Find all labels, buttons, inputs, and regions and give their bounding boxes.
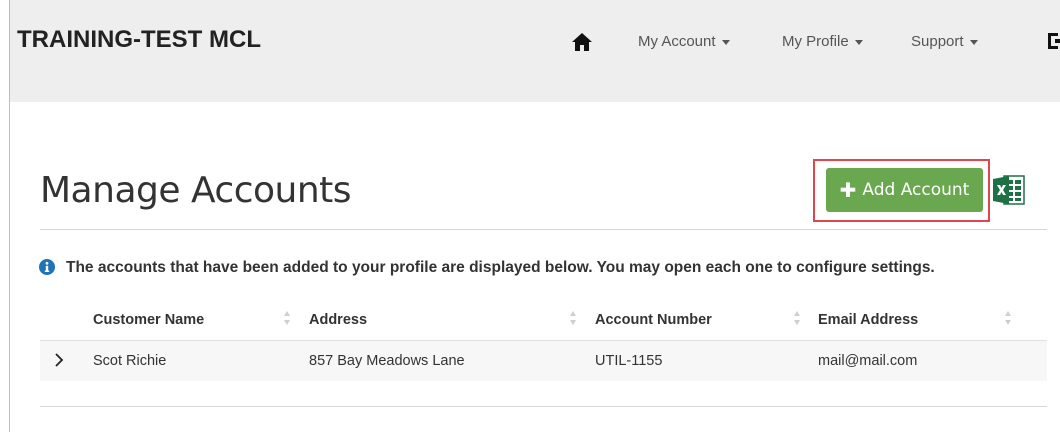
column-header-customer-name[interactable]: Customer Name [93,312,204,328]
cell-email-address: mail@mail.com [818,353,918,369]
chevron-down-icon [969,39,978,45]
top-navbar: TRAINING-TEST MCL My Account My Profile … [10,0,1060,102]
home-icon[interactable] [571,32,593,52]
bottom-divider [40,406,1047,407]
sort-icon[interactable] [1004,309,1012,327]
page-title: Manage Accounts [40,170,352,211]
plus-icon: ✚ [839,178,857,202]
add-account-button[interactable]: ✚ Add Account [826,168,983,212]
nav-support[interactable]: Support [911,33,978,50]
excel-export-icon[interactable] [992,173,1026,207]
chevron-down-icon [721,39,730,45]
column-header-address[interactable]: Address [309,312,367,328]
nav-support-label: Support [911,33,964,50]
nav-my-profile-label: My Profile [782,33,849,50]
cell-account-number: UTIL-1155 [595,353,663,369]
nav-my-profile[interactable]: My Profile [782,33,863,50]
column-header-account-number[interactable]: Account Number [595,312,712,328]
chevron-right-icon[interactable] [53,352,65,368]
add-account-label: Add Account [862,180,970,200]
title-divider [40,229,1047,230]
cell-address: 857 Bay Meadows Lane [309,353,465,369]
sign-out-icon[interactable] [1046,30,1060,52]
sort-icon[interactable] [283,309,291,327]
cell-customer-name: Scot Richie [93,353,167,369]
chevron-down-icon [854,39,863,45]
column-header-email-address[interactable]: Email Address [818,312,918,328]
nav-my-account-label: My Account [638,33,716,50]
info-icon [39,259,55,275]
sort-icon[interactable] [569,309,577,327]
info-message: The accounts that have been added to you… [66,259,935,276]
nav-my-account[interactable]: My Account [638,33,730,50]
sort-icon[interactable] [793,309,801,327]
brand-title[interactable]: TRAINING-TEST MCL [17,26,261,54]
